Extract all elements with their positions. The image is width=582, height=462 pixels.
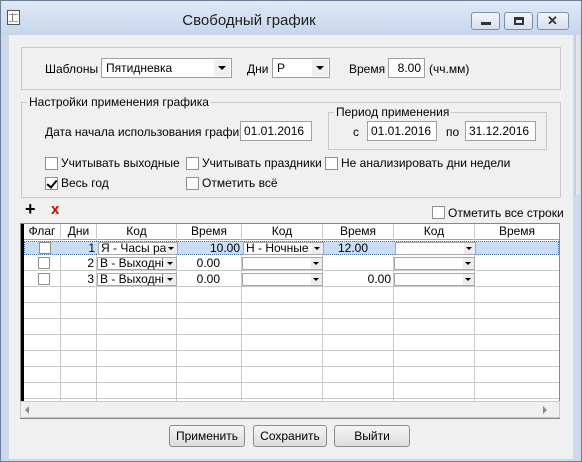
table-row[interactable]: 1 Я - Часы ра 10.00 Н - Ночные 12.00 <box>24 241 559 255</box>
row-code-value: Н - Ночные <box>246 242 309 255</box>
days-select[interactable]: Р <box>272 58 330 78</box>
whole-year-label: Весь год <box>61 176 109 190</box>
chevron-down-icon[interactable] <box>311 258 322 269</box>
row-code-select[interactable] <box>242 257 323 270</box>
mark-all-rows-checkbox[interactable] <box>432 206 445 219</box>
count-holidays-checkbox[interactable] <box>186 157 199 170</box>
row-flag-checkbox[interactable] <box>39 242 51 254</box>
chevron-down-icon[interactable] <box>165 258 176 269</box>
dialog-window: Свободный график ✕ Шаблоны Пятидневка Дн… <box>0 0 582 462</box>
plus-icon[interactable]: + <box>25 200 36 218</box>
table-row-empty[interactable] <box>24 305 559 319</box>
row-time[interactable] <box>476 242 559 255</box>
schedule-table[interactable]: Флаг Дни Код Время Код Время Код Время 1… <box>20 223 560 419</box>
settings-legend: Настройки применения графика <box>27 95 211 109</box>
row-day: 3 <box>87 273 94 286</box>
row-code-value: В - Выходні <box>100 257 164 270</box>
row-code-value: В - Выходні <box>100 273 164 286</box>
mark-all-checkbox[interactable] <box>186 177 199 190</box>
chevron-down-icon[interactable] <box>311 274 322 285</box>
row-day: 2 <box>87 257 94 270</box>
table-row[interactable]: 3 В - Выходні 0.00 0.00 <box>24 273 559 287</box>
chevron-down-icon[interactable] <box>464 243 475 254</box>
row-time[interactable]: 12.00 <box>324 242 395 255</box>
scroll-left-icon[interactable] <box>25 406 29 414</box>
time-label: Время <box>349 62 386 76</box>
maximize-button[interactable] <box>504 12 533 30</box>
row-code-select[interactable]: Н - Ночные <box>243 242 324 255</box>
chevron-down-icon[interactable] <box>463 258 474 269</box>
minimize-button[interactable] <box>471 12 500 30</box>
start-date-label: Дата начала использования графика <box>45 125 252 139</box>
ignore-weekdays-checkbox[interactable] <box>325 157 338 170</box>
row-code-select[interactable]: В - Выходні <box>97 257 177 270</box>
red-x-icon[interactable]: x <box>51 202 59 218</box>
table-row-empty[interactable] <box>24 353 559 367</box>
table-row-empty[interactable] <box>24 369 559 383</box>
count-weekends-checkbox[interactable] <box>45 157 58 170</box>
row-day: 1 <box>88 242 95 255</box>
period-to-input[interactable]: 31.12.2016 <box>465 121 536 141</box>
minimize-icon <box>481 22 491 25</box>
row-code-select[interactable] <box>394 257 475 270</box>
mark-all-rows-label: Отметить все строки <box>448 206 564 220</box>
row-flag-checkbox[interactable] <box>38 257 50 269</box>
close-icon: ✕ <box>547 13 558 28</box>
chevron-down-icon[interactable] <box>165 274 176 285</box>
vertical-scrollbar[interactable] <box>575 35 580 195</box>
row-time[interactable]: 0.00 <box>177 257 242 270</box>
title-bar[interactable]: Свободный график ✕ <box>1 1 581 35</box>
ignore-weekdays-label: Не анализировать дни недели <box>341 156 511 170</box>
column-header-time-3[interactable]: Время <box>475 224 559 240</box>
chevron-down-icon[interactable] <box>312 243 323 254</box>
maximize-icon <box>514 17 524 25</box>
table-row-empty[interactable] <box>24 321 559 335</box>
count-holidays-label: Учитывать праздники <box>202 156 322 170</box>
templates-value: Пятидневка <box>106 61 173 75</box>
table-row-empty[interactable] <box>24 385 559 399</box>
chevron-down-icon[interactable] <box>312 60 328 76</box>
horizontal-scrollbar[interactable] <box>20 401 560 418</box>
row-time[interactable] <box>323 257 394 270</box>
row-time[interactable]: 0.00 <box>177 273 242 286</box>
row-time[interactable] <box>475 273 559 286</box>
days-label: Дни <box>247 62 269 76</box>
row-code-select[interactable] <box>242 273 323 286</box>
chevron-down-icon[interactable] <box>214 60 230 76</box>
window-title: Свободный график <box>182 12 316 29</box>
row-flag-checkbox[interactable] <box>38 273 50 285</box>
exit-button[interactable]: Выйти <box>334 425 410 447</box>
start-date-input[interactable]: 01.01.2016 <box>240 121 312 141</box>
row-time[interactable] <box>475 257 559 270</box>
days-value: Р <box>277 61 286 75</box>
chevron-down-icon[interactable] <box>166 243 177 254</box>
templates-select[interactable]: Пятидневка <box>101 58 232 78</box>
period-from-label: с <box>353 125 359 139</box>
period-legend: Период применения <box>334 105 452 119</box>
scroll-right-icon[interactable] <box>543 406 547 414</box>
row-code-select[interactable] <box>394 273 475 286</box>
chevron-down-icon[interactable] <box>463 274 474 285</box>
whole-year-checkbox[interactable] <box>45 177 58 190</box>
row-code-select[interactable]: Я - Часы ра <box>98 242 178 255</box>
row-code-value: Я - Часы ра <box>101 242 167 255</box>
count-weekends-label: Учитывать выходные <box>61 156 180 170</box>
period-to-label: по <box>446 125 460 139</box>
table-row[interactable]: 2 В - Выходні 0.00 <box>24 257 559 271</box>
row-time[interactable]: 0.00 <box>323 273 394 286</box>
save-button[interactable]: Сохранить <box>253 425 327 447</box>
time-input[interactable]: 8.00 <box>388 58 425 78</box>
apply-button[interactable]: Применить <box>169 425 245 447</box>
row-time[interactable]: 10.00 <box>178 242 243 255</box>
row-code-select[interactable]: В - Выходні <box>97 273 177 286</box>
table-row-empty[interactable] <box>24 337 559 351</box>
templates-label: Шаблоны <box>45 62 99 76</box>
close-button[interactable]: ✕ <box>537 12 569 30</box>
time-unit-label: (чч.мм) <box>429 62 470 76</box>
period-from-input[interactable]: 01.01.2016 <box>367 121 437 141</box>
table-row-empty[interactable] <box>24 289 559 303</box>
mark-all-label: Отметить всё <box>202 176 278 190</box>
row-code-select[interactable] <box>395 242 476 255</box>
